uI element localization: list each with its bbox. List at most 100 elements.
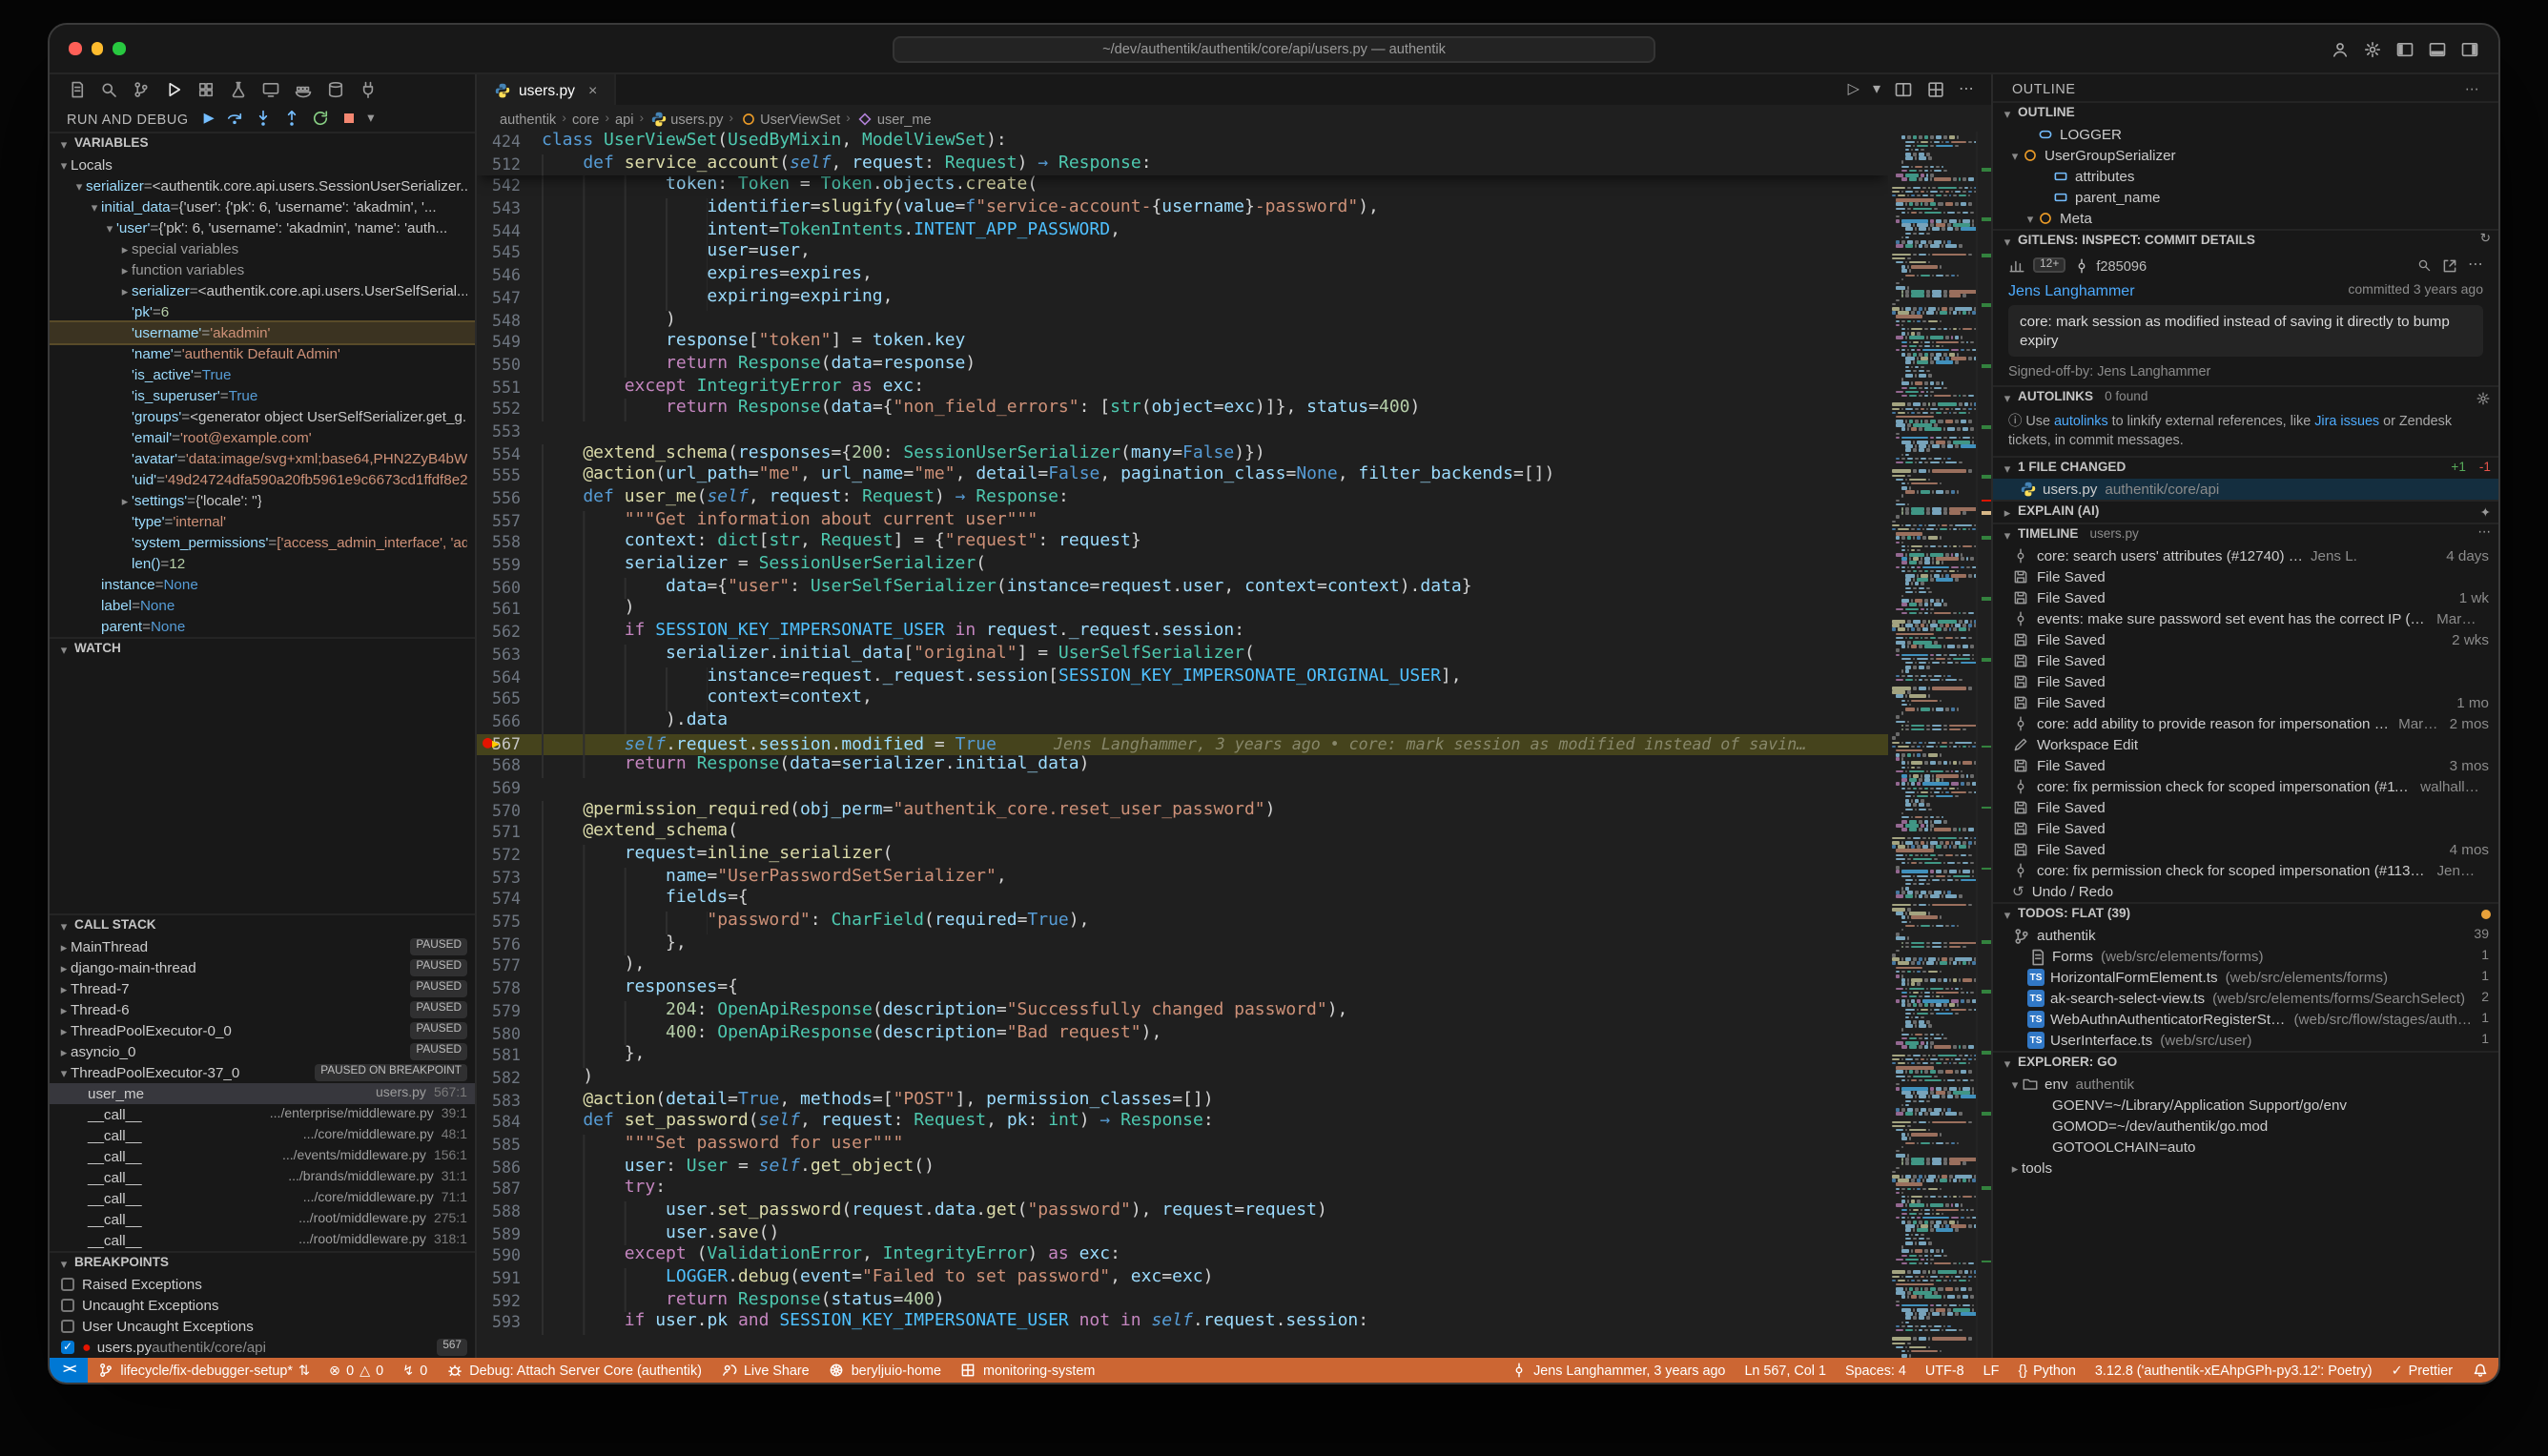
minimize-window-button[interactable] (91, 43, 103, 55)
status-item-3-12-8-authentik-xeahpgph-py3-[interactable]: 3.12.8 ('authentik-xEAhpGPh-py3.12': Poe… (2086, 1358, 2382, 1383)
variable-row[interactable]: 'is_active' = True (50, 364, 475, 385)
code-line-566[interactable]: 566).data (477, 711, 1888, 733)
code-line-591[interactable]: 591LOGGER.debug(event="Failed to set pas… (477, 1268, 1888, 1290)
autolinks-header[interactable]: ▾ AUTOLINKS 0 found (1993, 385, 2498, 408)
run-dropdown-button[interactable]: ▾ (1873, 82, 1880, 97)
commit-hash[interactable]: f285096 (2073, 256, 2147, 274)
code-line-564[interactable]: 564instance=request._request.session[SES… (477, 666, 1888, 688)
breadcrumb-item-userviewset[interactable]: UserViewSet (739, 110, 840, 127)
commit-author-link[interactable]: Jens Langhammer (2008, 281, 2135, 298)
settings-gear-icon[interactable] (2363, 39, 2382, 58)
code-line-589[interactable]: 589user.save() (477, 1223, 1888, 1245)
code-line-568[interactable]: 568return Response(data=serializer.initi… (477, 756, 1888, 778)
activity-item-run-debug[interactable] (164, 80, 183, 99)
timeline-item[interactable]: File Saved (1993, 671, 2498, 692)
timeline-item[interactable]: File Saved (1993, 566, 2498, 587)
code-line-545[interactable]: 545user=user, (477, 243, 1888, 265)
code-line-548[interactable]: 548) (477, 310, 1888, 332)
stack-frame-row[interactable]: __call__.../enterprise/middleware.py39:1 (50, 1104, 475, 1125)
breadcrumb-item-core[interactable]: core (572, 110, 599, 127)
timeline-item[interactable]: File Saved3 mos (1993, 755, 2498, 776)
variable-row[interactable]: label = None (50, 595, 475, 616)
code-line-580[interactable]: 580400: OpenApiResponse(description="Bad… (477, 1023, 1888, 1045)
thread-row[interactable]: ▾ThreadPoolExecutor-37_0PAUSED ON BREAKP… (50, 1062, 475, 1083)
account-icon[interactable] (2331, 39, 2350, 58)
code-line-588[interactable]: 588user.set_password(request.data.get("p… (477, 1201, 1888, 1223)
breakpoint-checkbox[interactable] (61, 1299, 74, 1312)
stack-frame-row[interactable]: __call__.../brands/middleware.py31:1 (50, 1167, 475, 1188)
gitlens-header[interactable]: ▾ GITLENS: INSPECT: COMMIT DETAILS ↻ (1993, 229, 2498, 252)
code-line-572[interactable]: 572request=inline_serializer( (477, 845, 1888, 867)
activity-item-extensions[interactable] (196, 80, 216, 99)
code-line-576[interactable]: 576}, (477, 934, 1888, 956)
stack-frame-row[interactable]: user_meusers.py567:1 (50, 1083, 475, 1104)
code-line-567[interactable]: ●▶567self.request.session.modified = Tru… (477, 733, 1888, 755)
breakpoint-checkbox[interactable]: ✓ (61, 1341, 74, 1354)
explain-ai-header[interactable]: ▸ EXPLAIN (AI) ✦ (1993, 500, 2498, 523)
timeline-item[interactable]: core: fix permission check for scoped im… (1993, 860, 2498, 881)
activity-item-remote-explorer[interactable] (261, 80, 280, 99)
code-line-549[interactable]: 549response["token"] = token.key (477, 332, 1888, 354)
go-env-row[interactable]: GOENV=~/Library/Application Support/go/e… (1993, 1095, 2498, 1116)
thread-row[interactable]: ▸MainThreadPAUSED (50, 936, 475, 957)
status-item-python[interactable]: {}Python (2008, 1358, 2085, 1383)
zoom-window-button[interactable] (113, 43, 125, 55)
outline-item-logger[interactable]: LOGGER (1993, 124, 2498, 145)
todo-item[interactable]: TSUserInterface.ts(web/src/user)1 (1993, 1030, 2498, 1051)
status-item-debug-attach-server-core-authe[interactable]: Debug: Attach Server Core (authentik) (437, 1358, 711, 1383)
timeline-item[interactable]: File Saved (1993, 650, 2498, 671)
layout-panel-icon[interactable] (2428, 39, 2447, 58)
outline-header[interactable]: ▾ OUTLINE (1993, 101, 2498, 124)
code-line-584[interactable]: 584def set_password(self, request: Reque… (477, 1113, 1888, 1135)
code-line-544[interactable]: 544intent=TokenIntents.INTENT_APP_PASSWO… (477, 221, 1888, 243)
stack-frame-row[interactable]: __call__.../events/middleware.py156:1 (50, 1146, 475, 1167)
variable-row[interactable]: 'system_permissions' = ['access_admin_in… (50, 532, 475, 553)
code-line-575[interactable]: 575"password": CharField(required=True), (477, 912, 1888, 933)
variable-row[interactable]: ▾'user' = {'pk': 6, 'username': 'akadmin… (50, 217, 475, 238)
status-item-monitoring-system[interactable]: monitoring-system (951, 1358, 1104, 1383)
open-commit-icon[interactable] (2441, 256, 2458, 274)
code-line-550[interactable]: 550return Response(data=response) (477, 355, 1888, 377)
thread-row[interactable]: ▸ThreadPoolExecutor-0_0PAUSED (50, 1020, 475, 1041)
code-line-585[interactable]: 585"""Set password for user""" (477, 1135, 1888, 1157)
timeline-item[interactable]: core: search users' attributes (#12740) … (1993, 545, 2498, 566)
layout-grid-button[interactable] (1926, 80, 1945, 99)
code-line-563[interactable]: 563serializer.initial_data["original"] =… (477, 645, 1888, 666)
code-line-587[interactable]: 587try: (477, 1179, 1888, 1201)
timeline-item[interactable]: core: add ability to provide reason for … (1993, 713, 2498, 734)
code-line-590[interactable]: 590except (ValidationError, IntegrityErr… (477, 1246, 1888, 1268)
timeline-item[interactable]: ↺Undo / Redo (1993, 881, 2498, 902)
activity-item-database[interactable] (326, 80, 345, 99)
variable-row[interactable]: len() = 12 (50, 553, 475, 574)
variable-row[interactable]: ▾serializer = <authentik.core.api.users.… (50, 175, 475, 196)
status-item-live-share[interactable]: Live Share (711, 1358, 819, 1383)
remote-indicator[interactable]: >< (50, 1358, 88, 1383)
todos-header[interactable]: ▾ TODOS: FLAT (39) (1993, 902, 2498, 925)
code-line-559[interactable]: 559serializer = SessionUserSerializer( (477, 555, 1888, 577)
layout-sidebar-right-icon[interactable] (2460, 39, 2479, 58)
autolink-link[interactable]: autolinks (2054, 412, 2108, 429)
layout-sidebar-left-icon[interactable] (2395, 39, 2414, 58)
variable-row[interactable]: 'pk' = 6 (50, 301, 475, 322)
breadcrumb-item-users-py[interactable]: users.py (649, 110, 723, 127)
autolinks-settings-icon[interactable] (2476, 390, 2491, 405)
variable-row[interactable]: parent = None (50, 616, 475, 637)
step-out-button[interactable] (281, 109, 300, 128)
code-line-556[interactable]: 556def user_me(self, request: Request) →… (477, 488, 1888, 510)
call-stack-header[interactable]: ▾ CALL STACK (50, 913, 475, 936)
code-line-574[interactable]: 574fields={ (477, 890, 1888, 912)
code-line-554[interactable]: 554@extend_schema(responses={200: Sessio… (477, 443, 1888, 465)
explorer-go-header[interactable]: ▾ EXPLORER: GO (1993, 1051, 2498, 1074)
variable-row[interactable]: 'uid' = '49d24724dfa590a20fb5961e9c6673c… (50, 469, 475, 490)
activity-item-explorer[interactable] (67, 80, 86, 99)
stack-frame-row[interactable]: __call__.../root/middleware.py275:1 (50, 1209, 475, 1230)
go-env-row[interactable]: ▸tools (1993, 1158, 2498, 1179)
step-into-button[interactable] (253, 109, 272, 128)
search-commit-icon[interactable] (2416, 256, 2432, 274)
timeline-item[interactable]: File Saved (1993, 818, 2498, 839)
activity-item-source-control[interactable] (132, 80, 151, 99)
code-line-586[interactable]: 586user: User = self.get_object() (477, 1157, 1888, 1179)
code-line-571[interactable]: 571@extend_schema( (477, 823, 1888, 845)
timeline-item[interactable]: File Saved (1993, 797, 2498, 818)
code-line-543[interactable]: 543identifier=slugify(value=f"service-ac… (477, 198, 1888, 220)
